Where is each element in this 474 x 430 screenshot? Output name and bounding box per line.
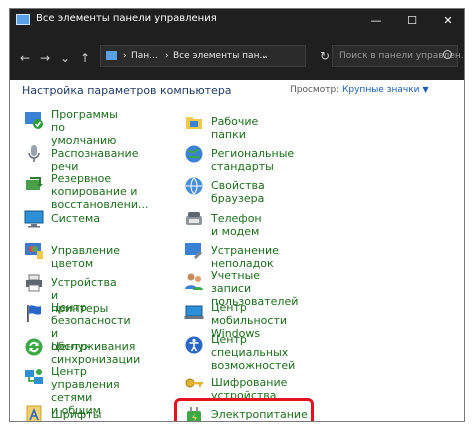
control-panel-icon bbox=[106, 51, 117, 60]
search-icon bbox=[443, 50, 452, 59]
item-label: Система bbox=[51, 212, 101, 225]
chevron-down-icon: ▼ bbox=[422, 85, 429, 94]
encryption-key-icon bbox=[185, 378, 203, 388]
address-bar[interactable]: › Пан... › Все элементы пан... ⌄ bbox=[100, 45, 306, 67]
breadcrumb-all-items[interactable]: Все элементы пан... bbox=[173, 51, 268, 61]
close-button[interactable]: ✕ bbox=[430, 9, 464, 32]
back-button[interactable]: ← bbox=[16, 50, 34, 66]
item-label: Устранение неполадок bbox=[211, 244, 279, 270]
item-label: Центр специальных возможностей bbox=[211, 333, 296, 372]
address-dropdown-icon[interactable]: ⌄ bbox=[261, 51, 269, 61]
recent-locations-button[interactable]: ⌄ bbox=[56, 50, 74, 66]
item-label: Региональные стандарты bbox=[211, 147, 295, 173]
control-panel-icon bbox=[16, 14, 30, 25]
fonts-icon bbox=[26, 405, 42, 421]
item-label: Центр синхронизации bbox=[51, 340, 141, 366]
search-input[interactable]: Поиск в панели управлен... bbox=[332, 45, 464, 67]
troubleshooting-icon bbox=[185, 243, 202, 259]
maximize-button[interactable]: ☐ bbox=[394, 9, 430, 32]
item-label: Шрифты bbox=[51, 408, 102, 421]
window-title: Все элементы панели управления bbox=[36, 13, 217, 24]
view-value: Крупные значки bbox=[342, 85, 420, 95]
breadcrumb-control-panel[interactable]: Пан... bbox=[131, 51, 158, 61]
color-management-icon bbox=[25, 243, 43, 259]
title-bar: Все элементы панели управления — ☐ ✕ bbox=[10, 9, 464, 32]
forward-button[interactable]: → bbox=[36, 50, 54, 66]
control-panel-window: Все элементы панели управления — ☐ ✕ ← →… bbox=[9, 8, 465, 422]
default-programs-icon bbox=[25, 112, 43, 129]
network-icon bbox=[25, 369, 43, 384]
item-label: Распознавание речи bbox=[51, 147, 139, 173]
work-folders-icon bbox=[186, 117, 202, 129]
system-monitor-icon bbox=[24, 210, 44, 228]
items-grid: Программы по умолчанию Распознавание реч… bbox=[10, 104, 464, 421]
printer-icon bbox=[26, 274, 42, 292]
breadcrumb-separator: › bbox=[165, 51, 169, 61]
sync-icon bbox=[25, 338, 43, 356]
item-label: Рабочие папки bbox=[211, 115, 259, 141]
item-label: Свойства браузера bbox=[211, 179, 265, 205]
breadcrumb-separator: › bbox=[123, 51, 127, 61]
highlight-frame bbox=[174, 398, 314, 421]
refresh-icon[interactable]: ↻ bbox=[318, 49, 332, 63]
content-header: Настройка параметров компьютера Просмотр… bbox=[10, 80, 464, 104]
region-globe-icon bbox=[185, 145, 203, 163]
accessibility-icon bbox=[185, 336, 203, 354]
item-label: Телефон и модем bbox=[211, 212, 262, 238]
user-accounts-icon bbox=[185, 273, 203, 290]
microphone-icon bbox=[28, 145, 40, 162]
mobility-center-icon bbox=[184, 305, 204, 319]
minimize-button[interactable]: — bbox=[358, 9, 394, 32]
item-label: Программы по умолчанию bbox=[51, 108, 118, 147]
item-label: Управление цветом bbox=[51, 244, 121, 270]
phone-modem-icon bbox=[186, 212, 202, 225]
item-label: Резервное копирование и восстановлени... bbox=[51, 172, 149, 211]
backup-icon bbox=[26, 177, 43, 190]
navigation-bar: ← → ⌄ ↑ › Пан... › Все элементы пан... ⌄… bbox=[10, 32, 464, 80]
flag-icon bbox=[27, 305, 41, 322]
page-title: Настройка параметров компьютера bbox=[22, 84, 232, 97]
view-label: Просмотр: bbox=[290, 85, 340, 95]
browser-icon bbox=[185, 177, 203, 195]
view-selector[interactable]: Крупные значки ▼ bbox=[342, 85, 429, 95]
up-button[interactable]: ↑ bbox=[76, 50, 94, 66]
